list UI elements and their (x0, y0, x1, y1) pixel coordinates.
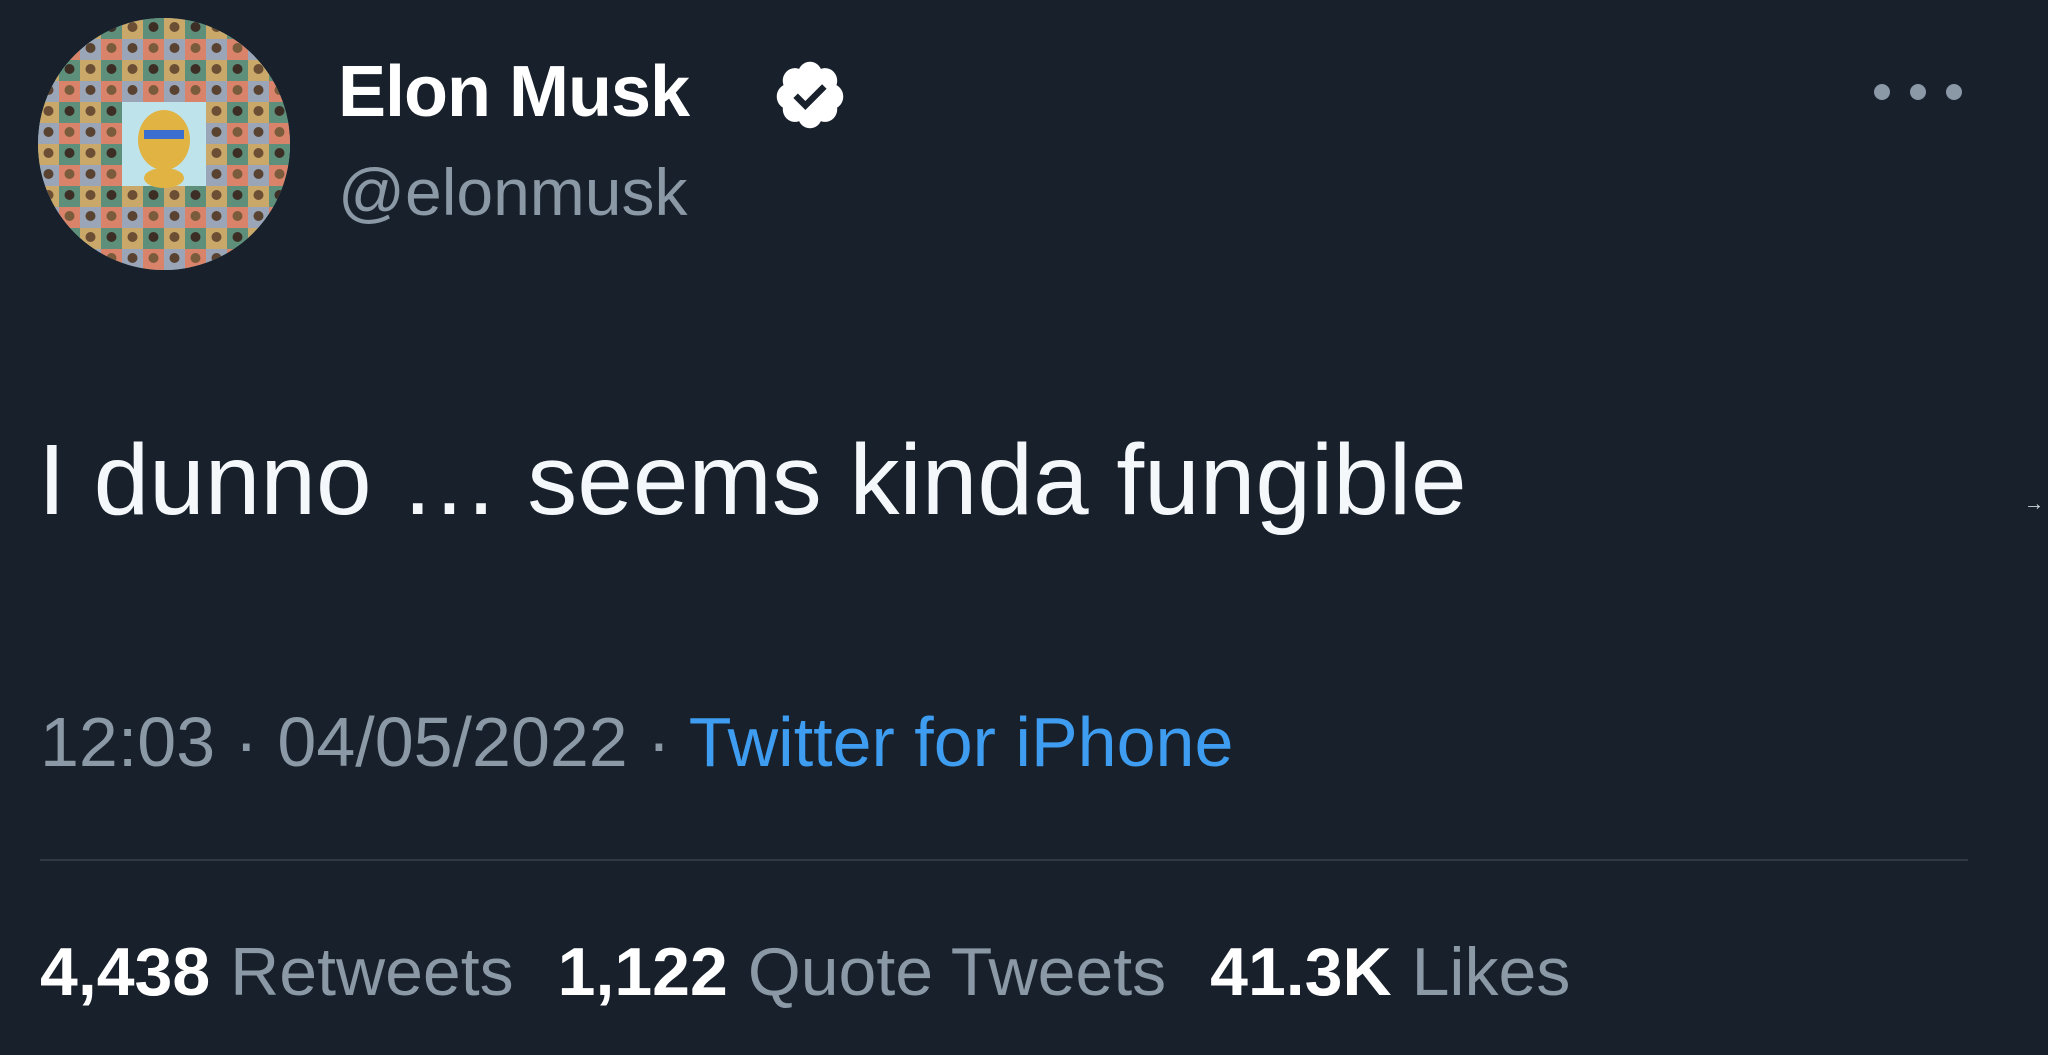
likes-stat[interactable]: 41.3K Likes (1210, 932, 1570, 1012)
likes-count: 41.3K (1210, 934, 1392, 1010)
retweets-count: 4,438 (40, 934, 211, 1010)
tweet-time[interactable]: 12:03 (40, 703, 215, 781)
meta-separator: · (234, 703, 258, 781)
more-dot (1910, 84, 1926, 100)
more-dot (1946, 84, 1962, 100)
tweet-text: I dunno … seems kinda fungible (38, 424, 1467, 536)
arrow-right-icon[interactable]: → (2024, 494, 2044, 514)
tweet-metadata: 12:03 · 04/05/2022 · Twitter for iPhone (40, 700, 1233, 784)
retweets-stat[interactable]: 4,438 Retweets (40, 932, 514, 1012)
tweet-date[interactable]: 04/05/2022 (277, 703, 627, 781)
tweet-card: Elon Musk @elonmusk I dunno … seems kind… (0, 0, 2048, 1055)
more-options-icon[interactable] (1870, 70, 1966, 114)
divider (40, 859, 1968, 861)
verified-badge-icon (776, 61, 844, 129)
tweet-stats: 4,438 Retweets 1,122 Quote Tweets 41.3K Lik… (40, 932, 1570, 1012)
quote-tweets-stat[interactable]: 1,122 Quote Tweets (558, 932, 1167, 1012)
author-display-name[interactable]: Elon Musk (338, 50, 690, 134)
more-dot (1874, 84, 1890, 100)
tweet-source-link[interactable]: Twitter for iPhone (689, 703, 1234, 781)
retweets-label: Retweets (230, 934, 514, 1010)
quote-tweets-count: 1,122 (557, 934, 728, 1010)
likes-label: Likes (1411, 934, 1571, 1010)
author-handle[interactable]: @elonmusk (338, 152, 687, 232)
quote-tweets-label: Quote Tweets (747, 934, 1167, 1010)
meta-separator: · (647, 703, 671, 781)
avatar[interactable] (38, 18, 290, 270)
avatar-image (38, 18, 290, 270)
